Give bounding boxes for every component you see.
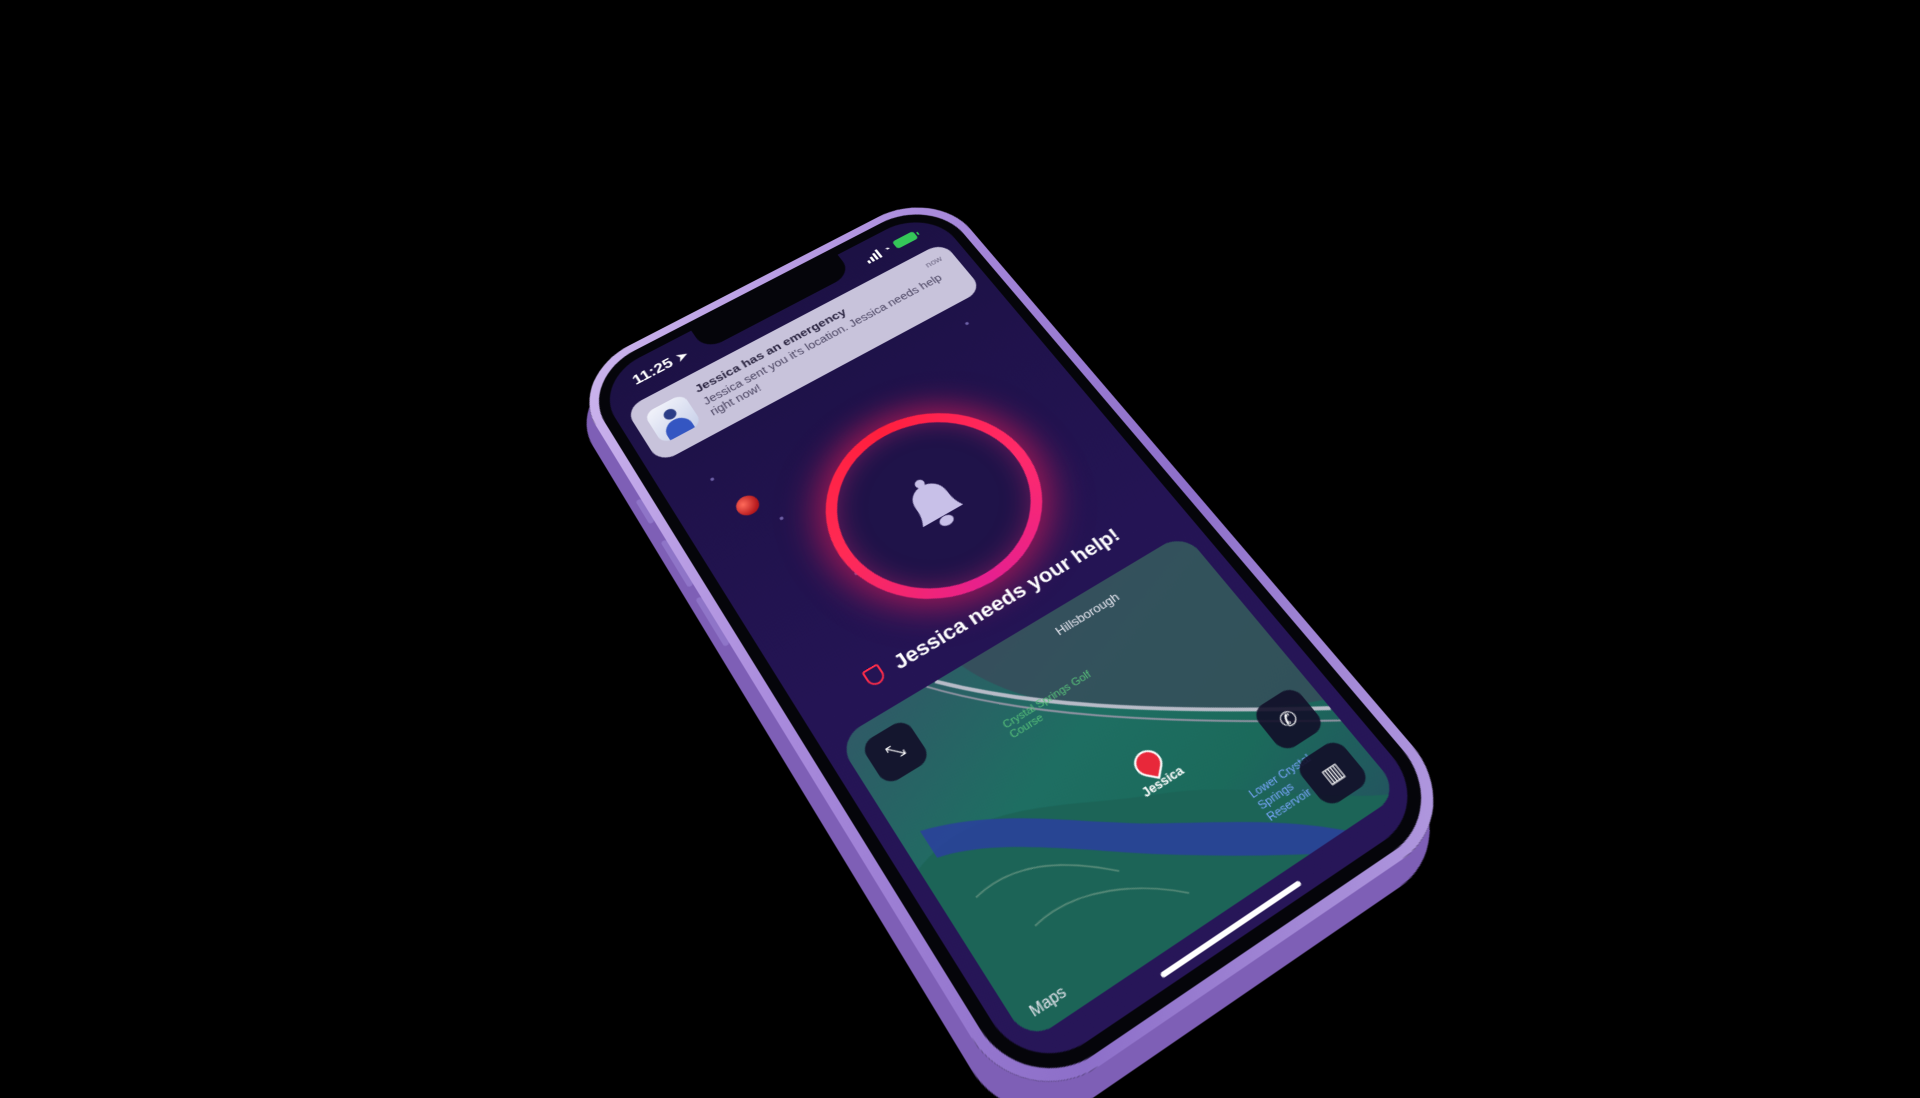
avatar-icon bbox=[643, 393, 703, 445]
notification-time: now bbox=[923, 254, 945, 270]
map-view[interactable]: Hillsborough Crystal Springs Golf Course… bbox=[836, 532, 1402, 1044]
signal-icon bbox=[863, 249, 883, 265]
location-arrow-icon: ➤ bbox=[673, 348, 691, 365]
status-time: 11:25 bbox=[629, 355, 677, 389]
phone-icon: ✆ bbox=[1274, 705, 1304, 734]
star bbox=[964, 321, 970, 326]
map-icon: ▥ bbox=[1316, 758, 1349, 789]
phone: 11:25 ➤ ◔ Jessica has an emergency Jessi… bbox=[566, 187, 1471, 1098]
wifi-icon: ◔ bbox=[880, 243, 894, 256]
star bbox=[778, 516, 785, 521]
bell-icon bbox=[901, 475, 964, 529]
stage: 11:25 ➤ ◔ Jessica has an emergency Jessi… bbox=[0, 0, 1920, 1098]
alarm-ring[interactable] bbox=[787, 379, 1086, 639]
star bbox=[709, 477, 715, 482]
shield-icon bbox=[861, 663, 888, 689]
battery-icon bbox=[891, 230, 919, 249]
planet-decoration bbox=[732, 491, 764, 520]
expand-icon: ⤡ bbox=[882, 737, 909, 765]
